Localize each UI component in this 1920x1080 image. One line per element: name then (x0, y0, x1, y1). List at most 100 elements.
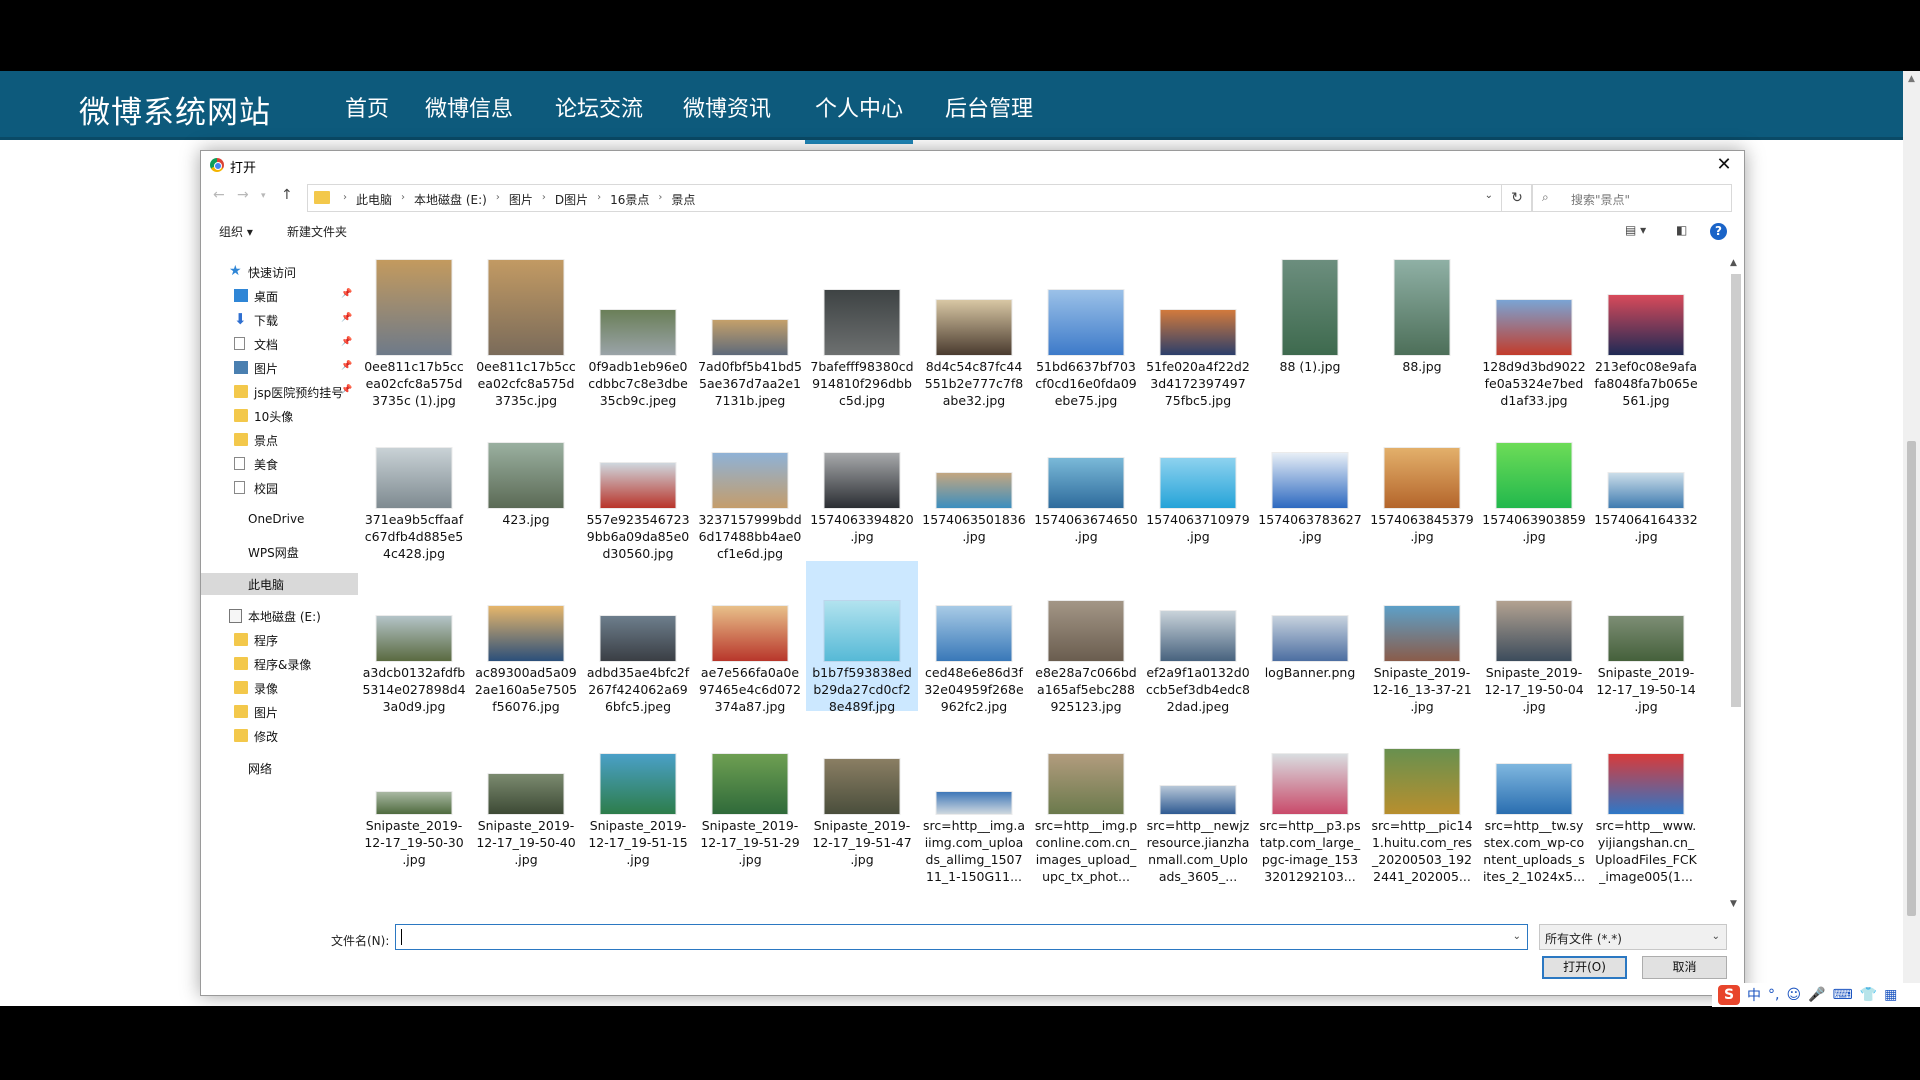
file-list-scrollbar-thumb[interactable] (1731, 274, 1741, 707)
file-item[interactable]: 0f9adb1eb96e0cdbbc7c8e3dbe35cb9c.jpeg (582, 255, 694, 408)
file-item[interactable]: 557e9235467239bb6a09da85e0d30560.jpg (582, 408, 694, 561)
nav-home[interactable]: 首页 (345, 91, 389, 123)
file-item[interactable]: 8d4c54c87fc44551b2e777c7f8abe32.jpg (918, 255, 1030, 408)
page-scrollbar-thumb[interactable] (1907, 441, 1916, 916)
refresh-icon[interactable]: ↻ (1502, 184, 1533, 212)
scroll-up-arrow-icon[interactable]: ▲ (1730, 258, 1737, 268)
breadcrumb-item[interactable]: 图片 (509, 191, 533, 208)
file-item[interactable]: src=http__img.aiimg.com_uploads_allimg_1… (918, 714, 1030, 884)
open-button[interactable]: 打开(O) (1542, 956, 1627, 979)
file-item[interactable]: 1574063674650 .jpg (1030, 408, 1142, 558)
nav-pane-item[interactable]: 桌面 📌 (201, 285, 358, 307)
file-item[interactable]: 0ee811c17b5ccea02cfc8a575d3735c (1).jpg (358, 255, 470, 408)
nav-personal-center[interactable]: 个人中心 (804, 91, 914, 144)
nav-pane-item[interactable]: 程序 (201, 629, 358, 651)
ime-keyboard-icon[interactable]: ⌨ (1833, 987, 1853, 1003)
file-item[interactable]: 7bafefff98380cd914810f296dbbc5d.jpg (806, 255, 918, 408)
breadcrumb-item[interactable]: 16景点 (610, 191, 649, 208)
nav-forum[interactable]: 论坛交流 (555, 91, 643, 123)
ime-tools-icon[interactable]: ▦ (1884, 987, 1897, 1003)
file-item[interactable]: 7ad0fbf5b41bd55ae367d7aa2e17131b.jpeg (694, 255, 806, 408)
nav-pane-item[interactable]: jsp医院预约挂号 📌 (201, 381, 358, 403)
nav-weibo-info[interactable]: 微博信息 (425, 91, 513, 123)
breadcrumb-item[interactable]: 本地磁盘 (E:) (414, 191, 487, 208)
close-button[interactable]: ✕ (1704, 151, 1744, 179)
nav-pane-item[interactable]: WPS网盘 (201, 541, 358, 563)
file-item[interactable]: src=http__pic141.huitu.com_res_20200503_… (1366, 714, 1478, 884)
file-item[interactable]: Snipaste_2019-12-17_19-51-29 .jpg (694, 714, 806, 867)
organize-button[interactable]: 组织 ▾ (219, 223, 253, 240)
file-item[interactable]: ac89300ad5a092ae160a5e7505f56076.jpg (470, 561, 582, 714)
filename-dropdown-icon[interactable]: ⌄ (1513, 931, 1521, 942)
ime-toolbar[interactable]: S 中 °, ☺ 🎤 ⌨ 👕 ▦ (1712, 983, 1920, 1007)
file-list-scrollbar[interactable]: ▲ ▼ (1727, 255, 1744, 915)
address-bar[interactable]: › 此电脑 › 本地磁盘 (E:) › 图片 › D图片 › 16景点 › 景点… (307, 184, 1502, 212)
recent-chevron-icon[interactable]: ▾ (261, 191, 266, 201)
nav-pane-item[interactable]: 景点 (201, 429, 358, 451)
nav-pane-item[interactable]: 图片 📌 (201, 357, 358, 379)
nav-weibo-news[interactable]: 微博资讯 (683, 91, 771, 123)
file-item[interactable]: e8e28a7c066bda165af5ebc288925123.jpg (1030, 561, 1142, 714)
cancel-button[interactable]: 取消 (1642, 956, 1727, 979)
file-item[interactable]: Snipaste_2019-12-17_19-51-47 .jpg (806, 714, 918, 867)
forward-arrow-icon[interactable]: → (237, 187, 249, 203)
search-input[interactable]: ⌕ 搜索"景点" (1531, 184, 1732, 212)
file-item[interactable]: src=http__www.yijiangshan.cn_UploadFiles… (1590, 714, 1702, 884)
address-dropdown-icon[interactable]: ⌄ (1485, 190, 1493, 201)
file-item[interactable]: Snipaste_2019-12-17_19-50-40 .jpg (470, 714, 582, 867)
ime-lang-indicator[interactable]: 中 (1747, 985, 1761, 1005)
file-item[interactable]: ae7e566fa0a0e97465e4c6d072374a87.jpg (694, 561, 806, 714)
file-item[interactable]: 51fe020a4f22d23d4172397497 75fbc5.jpg (1142, 255, 1254, 408)
nav-pane-item[interactable]: 网络 (201, 757, 358, 779)
file-item[interactable]: 1574063394820 .jpg (806, 408, 918, 558)
back-arrow-icon[interactable]: ← (213, 187, 225, 203)
nav-pane-item[interactable]: 本地磁盘 (E:) (201, 605, 358, 627)
ime-voice-icon[interactable]: 🎤 (1808, 987, 1825, 1003)
up-arrow-icon[interactable]: ↑ (281, 187, 293, 203)
sogou-ime-icon[interactable]: S (1718, 985, 1740, 1005)
file-item[interactable]: 371ea9b5cffaafc67dfb4d885e54c428.jpg (358, 408, 470, 561)
file-item[interactable]: src=http__p3.pstatp.com_large_pgc-image_… (1254, 714, 1366, 884)
file-item[interactable]: 1574063710979 .jpg (1142, 408, 1254, 558)
file-item[interactable]: Snipaste_2019-12-17_19-50-30 .jpg (358, 714, 470, 867)
ime-emoji-icon[interactable]: ☺ (1786, 987, 1801, 1003)
file-item[interactable]: 1574063501836 .jpg (918, 408, 1030, 558)
ime-skin-icon[interactable]: 👕 (1860, 987, 1877, 1003)
site-brand[interactable]: 微博系统网站 (79, 87, 271, 132)
file-item[interactable]: 213ef0c08e9afafa8048fa7b065e561.jpg (1590, 255, 1702, 408)
file-item[interactable]: 88.jpg (1366, 255, 1478, 405)
file-item[interactable]: src=http__tw.systex.com_wp-content_uploa… (1478, 714, 1590, 884)
file-item[interactable]: 1574063845379 .jpg (1366, 408, 1478, 558)
nav-pane-item[interactable]: ★ 快速访问 (201, 261, 358, 283)
file-item[interactable]: ced48e6e86d3f32e04959f268e962fc2.jpg (918, 561, 1030, 714)
file-item[interactable]: 128d9d3bd9022fe0a5324e7bedd1af33.jpg (1478, 255, 1590, 408)
nav-pane-item[interactable]: 修改 (201, 725, 358, 747)
file-item[interactable]: Snipaste_2019-12-17_19-50-14 .jpg (1590, 561, 1702, 714)
page-scrollbar[interactable]: ▲ (1903, 71, 1920, 1006)
nav-pane-item[interactable]: 此电脑 (201, 573, 358, 595)
nav-pane-item[interactable]: ⬇ 下载 📌 (201, 309, 358, 331)
file-item[interactable]: b1b7f593838edb29da27cd0cf28e489f.jpg (806, 561, 918, 714)
file-item[interactable]: src=http__newjzresource.jianzhanmall.com… (1142, 714, 1254, 884)
file-item[interactable]: adbd35ae4bfc2f267f424062a696bfc5.jpeg (582, 561, 694, 714)
scroll-down-arrow-icon[interactable]: ▼ (1730, 899, 1737, 909)
nav-admin[interactable]: 后台管理 (945, 91, 1033, 123)
file-item[interactable]: ef2a9f1a0132d0ccb5ef3db4edc82dad.jpeg (1142, 561, 1254, 714)
filename-input[interactable]: ⌄ (395, 924, 1528, 950)
file-item[interactable]: Snipaste_2019-12-17_19-51-15 .jpg (582, 714, 694, 867)
file-item[interactable]: 51bd6637bf703cf0cd16e0fda09ebe75.jpg (1030, 255, 1142, 408)
help-icon[interactable]: ? (1710, 223, 1727, 240)
file-item[interactable]: 423.jpg (470, 408, 582, 558)
scroll-up-arrow-icon[interactable]: ▲ (1903, 71, 1920, 88)
breadcrumb-item[interactable]: D图片 (555, 191, 588, 208)
ime-punct-icon[interactable]: °, (1768, 987, 1779, 1003)
file-item[interactable]: 88 (1).jpg (1254, 255, 1366, 405)
nav-pane-item[interactable]: 程序&录像 (201, 653, 358, 675)
nav-pane-item[interactable]: 图片 (201, 701, 358, 723)
file-item[interactable]: 1574063783627 .jpg (1254, 408, 1366, 558)
file-item[interactable]: Snipaste_2019-12-16_13-37-21 .jpg (1366, 561, 1478, 714)
nav-pane-item[interactable]: 录像 (201, 677, 358, 699)
breadcrumb-item[interactable]: 此电脑 (356, 191, 392, 208)
new-folder-button[interactable]: 新建文件夹 (287, 223, 347, 240)
nav-pane-item[interactable]: 10头像 (201, 405, 358, 427)
